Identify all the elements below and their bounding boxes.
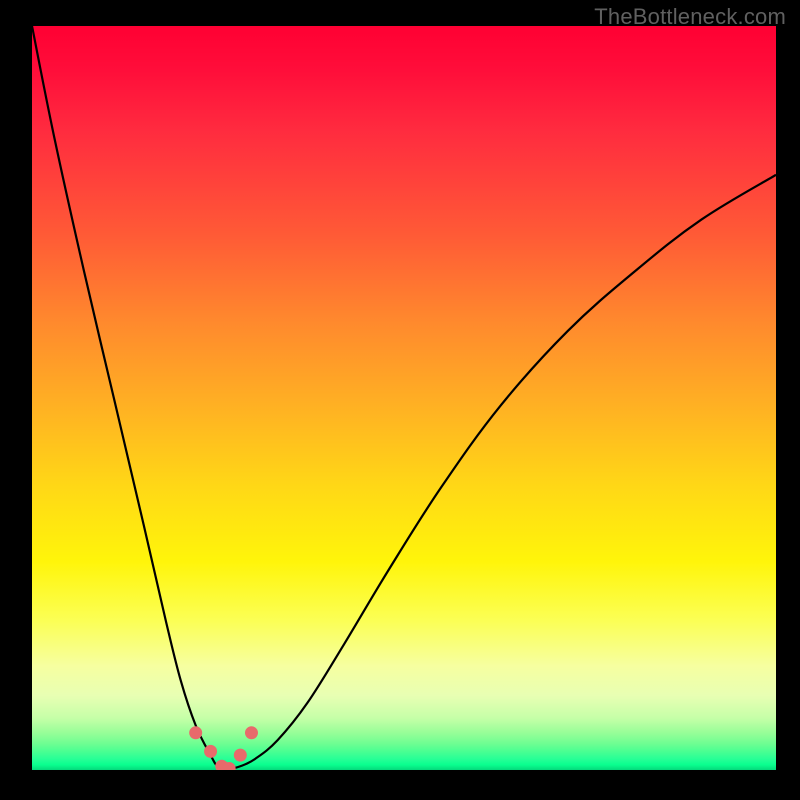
curve-dots <box>32 26 776 770</box>
data-point-dot <box>245 726 258 739</box>
data-point-dot <box>189 726 202 739</box>
data-point-dot <box>204 745 217 758</box>
data-point-dot <box>234 749 247 762</box>
plot-area <box>32 26 776 770</box>
attribution-watermark: TheBottleneck.com <box>594 4 786 30</box>
outer-frame: TheBottleneck.com <box>0 0 800 800</box>
